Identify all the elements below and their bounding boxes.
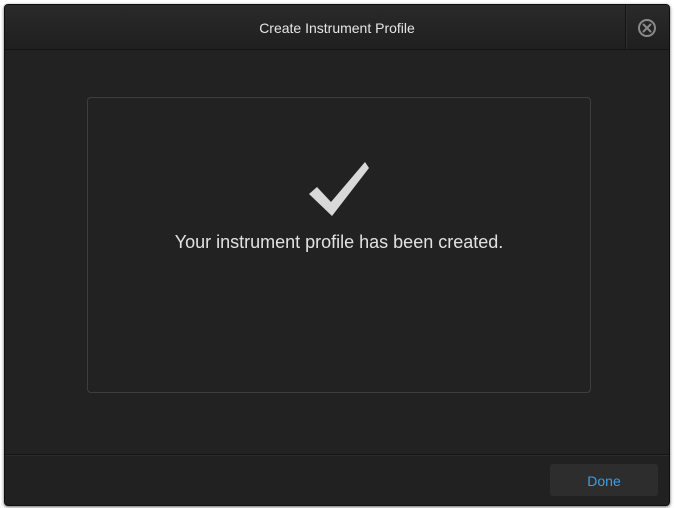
confirmation-panel: Your instrument profile has been created…	[87, 97, 591, 393]
close-area	[625, 5, 669, 49]
confirmation-message: Your instrument profile has been created…	[174, 232, 504, 252]
dialog-titlebar: Create Instrument Profile	[5, 5, 669, 50]
checkmark-icon	[309, 162, 369, 216]
done-button[interactable]: Done	[550, 464, 658, 496]
create-instrument-profile-dialog: Create Instrument Profile Your instrumen…	[4, 4, 670, 506]
dialog-footer: Done	[5, 454, 669, 505]
dialog-title: Create Instrument Profile	[259, 20, 415, 36]
close-icon[interactable]	[638, 19, 656, 37]
